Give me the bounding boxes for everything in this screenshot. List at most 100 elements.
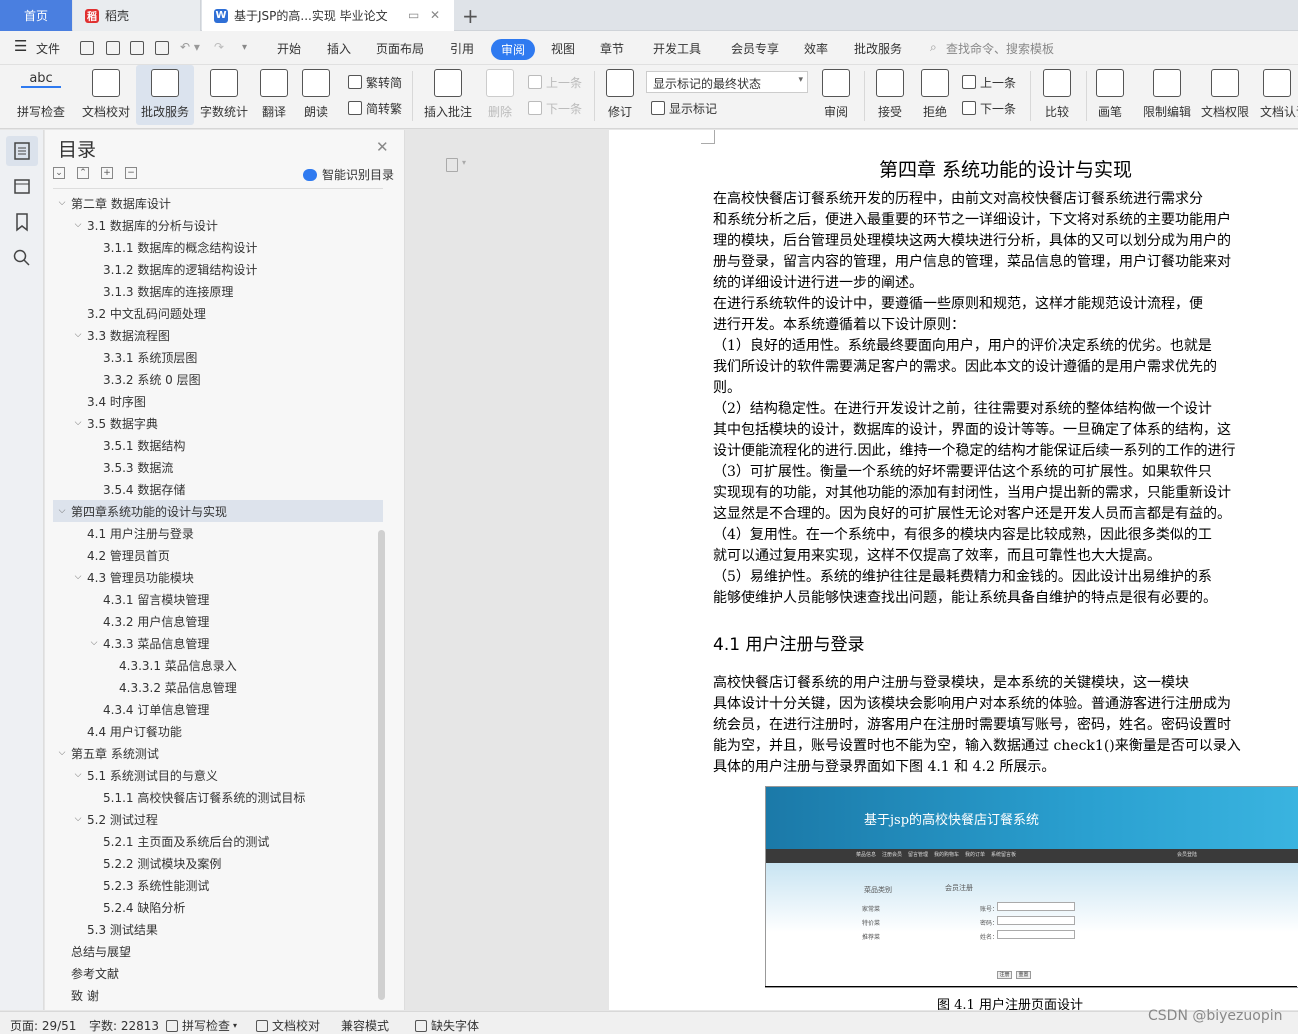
expand-up-icon[interactable]: ⌃ xyxy=(77,167,89,179)
chevron-down-icon[interactable]: ⌵ xyxy=(71,770,85,780)
missing-font-indicator[interactable]: 缺失字体 xyxy=(415,1017,479,1034)
toc-item[interactable]: 5.2.2 测试模块及案例 xyxy=(53,852,383,874)
menu-page-layout[interactable]: 页面布局 xyxy=(376,40,424,57)
menu-correction[interactable]: 批改服务 xyxy=(854,40,902,57)
insert-comment-button[interactable]: 插入批注 xyxy=(420,65,476,125)
doc-permission-button[interactable]: 文档权限 xyxy=(1198,65,1252,125)
toc-item[interactable]: ⌵ 3.5 数据字典 xyxy=(53,412,383,434)
bookmark-icon[interactable] xyxy=(12,212,32,232)
toc-item[interactable]: 4.3.3.2 菜品信息管理 xyxy=(53,676,383,698)
chevron-down-icon[interactable]: ⌵ xyxy=(71,330,85,340)
chevron-down-icon[interactable]: ▾ xyxy=(462,158,466,167)
toc-item[interactable]: 3.5.1 数据结构 xyxy=(53,434,383,456)
prev-change-button[interactable]: 上一条 xyxy=(962,73,1016,91)
menu-review[interactable]: 审阅 xyxy=(491,39,536,60)
quick-access-dropdown-icon[interactable]: ▾ xyxy=(242,42,247,53)
accept-button[interactable]: 接受 xyxy=(870,65,910,125)
markup-state-select[interactable]: 显示标记的最终状态 ▾ xyxy=(646,71,808,93)
page-menu-icon[interactable] xyxy=(446,158,458,172)
print-preview-icon[interactable] xyxy=(155,41,169,55)
tab-home[interactable]: 首页 xyxy=(0,0,72,31)
toc-item[interactable]: 3.4 时序图 xyxy=(53,390,383,412)
status-doc-check[interactable]: 文档校对 xyxy=(256,1017,320,1034)
toc-item[interactable]: 4.3.4 订单信息管理 xyxy=(53,698,383,720)
reject-button[interactable]: 拒绝 xyxy=(915,65,955,125)
menu-view[interactable]: 视图 xyxy=(551,40,575,57)
redo-icon[interactable]: ↷ xyxy=(214,40,224,54)
chevron-down-icon[interactable]: ⌵ xyxy=(71,220,85,230)
toc-item[interactable]: ⌵ 第二章 数据库设计 xyxy=(53,192,383,214)
add-heading-icon[interactable]: + xyxy=(101,167,113,179)
export-pdf-icon[interactable] xyxy=(106,41,120,55)
menu-member[interactable]: 会员专享 xyxy=(731,40,779,57)
tab-pin-icon[interactable]: ▭ xyxy=(408,9,420,21)
menu-chapter[interactable]: 章节 xyxy=(600,40,624,57)
new-tab-icon[interactable]: + xyxy=(462,4,479,28)
menu-efficiency[interactable]: 效率 xyxy=(804,40,828,57)
collapse-all-icon[interactable]: ⌄ xyxy=(53,167,65,179)
tab-daoke[interactable]: 稻 稻壳 xyxy=(73,0,201,31)
toc-item[interactable]: ⌵ 5.2 测试过程 xyxy=(53,808,383,830)
document-page[interactable]: 第四章 系统功能的设计与实现 在高校快餐店订餐系统开发的历程中，由前文对高校快餐… xyxy=(609,130,1298,1010)
status-spell-check[interactable]: 拼写检查 ▾ xyxy=(166,1017,237,1034)
toc-item[interactable]: ⌵ 4.3 管理员功能模块 xyxy=(53,566,383,588)
read-aloud-button[interactable]: 朗读 xyxy=(296,65,336,125)
toc-scrollbar[interactable] xyxy=(378,530,385,1000)
toc-item[interactable]: 4.2 管理员首页 xyxy=(53,544,383,566)
chevron-down-icon[interactable]: ⌵ xyxy=(71,572,85,582)
page-indicator[interactable]: 页面: 29/51 xyxy=(10,1017,76,1034)
toc-icon[interactable] xyxy=(12,141,32,161)
show-markup-button[interactable]: 显示标记 xyxy=(651,99,717,117)
toc-item[interactable]: 3.5.3 数据流 xyxy=(53,456,383,478)
simp-to-trad-button[interactable]: 简转繁 xyxy=(348,99,402,117)
word-count-button[interactable]: 字数统计 xyxy=(196,65,252,125)
toc-item[interactable]: 总结与展望 xyxy=(53,940,383,962)
word-count-indicator[interactable]: 字数: 22813 xyxy=(89,1017,159,1034)
toc-item[interactable]: 5.2.3 系统性能测试 xyxy=(53,874,383,896)
toc-item[interactable]: 3.1.1 数据库的概念结构设计 xyxy=(53,236,383,258)
print-icon[interactable] xyxy=(130,41,144,55)
prev-comment-button[interactable]: 上一条 xyxy=(528,73,582,91)
chapter-nav-icon[interactable] xyxy=(12,176,32,196)
toc-item[interactable]: ⌵ 3.3 数据流程图 xyxy=(53,324,383,346)
restrict-edit-button[interactable]: 限制编辑 xyxy=(1140,65,1194,125)
menu-file[interactable]: 文件 xyxy=(36,40,60,57)
pen-button[interactable]: 画笔 xyxy=(1092,65,1128,125)
toc-item[interactable]: ⌵ 第五章 系统测试 xyxy=(53,742,383,764)
chevron-down-icon[interactable]: ⌵ xyxy=(55,748,69,758)
translate-button[interactable]: 翻译 xyxy=(254,65,294,125)
hamburger-icon[interactable]: ☰ xyxy=(14,37,27,55)
remove-heading-icon[interactable]: − xyxy=(125,167,137,179)
doc-check-button[interactable]: 文档校对 xyxy=(78,65,134,125)
toc-item[interactable]: 4.1 用户注册与登录 xyxy=(53,522,383,544)
chevron-down-icon[interactable]: ⌵ xyxy=(55,198,69,208)
toc-item[interactable]: 5.1.1 高校快餐店订餐系统的测试目标 xyxy=(53,786,383,808)
toc-item[interactable]: ⌵ 第四章系统功能的设计与实现 xyxy=(53,500,383,522)
chevron-down-icon[interactable]: ⌵ xyxy=(55,506,69,516)
delete-comment-button[interactable]: 删除 xyxy=(480,65,520,125)
chevron-down-icon[interactable]: ⌵ xyxy=(87,638,101,648)
next-comment-button[interactable]: 下一条 xyxy=(528,99,582,117)
toc-item[interactable]: ⌵ 5.1 系统测试目的与意义 xyxy=(53,764,383,786)
menu-dev-tools[interactable]: 开发工具 xyxy=(653,40,701,57)
review-pane-button[interactable]: 审阅 xyxy=(815,65,857,125)
menu-start[interactable]: 开始 xyxy=(277,40,301,57)
toc-item[interactable]: 3.5.4 数据存储 xyxy=(53,478,383,500)
smart-toc-button[interactable]: 智能识别目录 xyxy=(303,166,394,183)
toc-item[interactable]: 3.1.3 数据库的连接原理 xyxy=(53,280,383,302)
doc-cert-button[interactable]: 文档认证 xyxy=(1256,65,1298,125)
toc-item[interactable]: 4.3.3.1 菜品信息录入 xyxy=(53,654,383,676)
revise-button[interactable]: 修订 xyxy=(600,65,640,125)
toc-item[interactable]: 5.2.4 缺陷分析 xyxy=(53,896,383,918)
toc-item[interactable]: 3.3.1 系统顶层图 xyxy=(53,346,383,368)
tab-document[interactable]: W 基于JSP的高...实现 毕业论文 ▭ ✕ xyxy=(202,0,454,31)
toc-item[interactable]: 4.3.2 用户信息管理 xyxy=(53,610,383,632)
toc-item[interactable]: 4.4 用户订餐功能 xyxy=(53,720,383,742)
trad-to-simp-button[interactable]: 繁转简 xyxy=(348,73,402,91)
menu-insert[interactable]: 插入 xyxy=(327,40,351,57)
menu-reference[interactable]: 引用 xyxy=(450,40,474,57)
save-icon[interactable] xyxy=(80,41,94,55)
toc-item[interactable]: 3.3.2 系统 0 层图 xyxy=(53,368,383,390)
spell-check-button[interactable]: abc 拼写检查 xyxy=(8,65,74,125)
toc-item[interactable]: 3.1.2 数据库的逻辑结构设计 xyxy=(53,258,383,280)
